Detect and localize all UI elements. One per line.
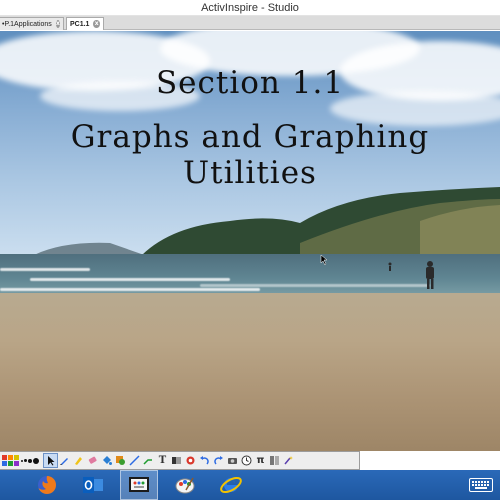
text-icon[interactable]: T xyxy=(156,454,169,467)
eraser-icon[interactable] xyxy=(86,454,99,467)
activinspire-taskbar-button[interactable] xyxy=(120,470,158,500)
main-toolbox: T π xyxy=(0,451,360,470)
document-tab-bar: •P.1Applications x PC1.1 x xyxy=(0,16,500,30)
color-swatch[interactable] xyxy=(14,455,19,460)
internet-explorer-icon xyxy=(220,477,242,493)
color-swatch[interactable] xyxy=(8,461,13,466)
clock-icon[interactable] xyxy=(240,454,253,467)
keyboard-taskbar-button[interactable] xyxy=(466,470,496,500)
firefox-icon xyxy=(38,476,56,494)
spotlight-icon[interactable] xyxy=(184,454,197,467)
magic-ink-icon[interactable] xyxy=(282,454,295,467)
tab-p1-applications[interactable]: •P.1Applications x xyxy=(0,17,64,30)
close-icon[interactable]: x xyxy=(55,20,60,28)
tab-pc1-1[interactable]: PC1.1 x xyxy=(66,17,104,30)
keyboard-icon xyxy=(469,478,493,492)
line-icon[interactable] xyxy=(128,454,141,467)
activinspire-icon xyxy=(129,477,149,492)
color-swatch[interactable] xyxy=(8,455,13,460)
pen-width-2[interactable] xyxy=(24,459,27,462)
fill-icon[interactable] xyxy=(100,454,113,467)
camera-icon[interactable] xyxy=(226,454,239,467)
pen-width-4[interactable] xyxy=(33,457,39,464)
pen-icon[interactable] xyxy=(58,454,71,467)
color-palette[interactable] xyxy=(2,455,20,466)
highlighter-icon[interactable] xyxy=(72,454,85,467)
outlook-taskbar-button[interactable] xyxy=(74,470,112,500)
undo-icon[interactable] xyxy=(198,454,211,467)
window-title: ActivInspire - Studio xyxy=(201,2,299,14)
outlook-icon xyxy=(83,477,103,493)
tab-label: •P.1Applications xyxy=(2,20,52,28)
color-swatch[interactable] xyxy=(2,461,7,466)
redo-icon[interactable] xyxy=(212,454,225,467)
flipchart-canvas[interactable]: Section 1.1 Graphs and Graphing Utilitie… xyxy=(0,31,500,451)
firefox-taskbar-button[interactable] xyxy=(28,470,66,500)
tab-label: PC1.1 xyxy=(70,20,90,28)
pen-width-selector[interactable] xyxy=(21,457,43,464)
revealer-icon[interactable] xyxy=(170,454,183,467)
shape-icon[interactable] xyxy=(114,454,127,467)
pen-width-1[interactable] xyxy=(21,459,23,462)
color-swatch[interactable] xyxy=(2,455,7,460)
taskbar xyxy=(0,470,500,500)
slide-subtitle[interactable]: Graphs and Graphing Utilities xyxy=(0,119,500,191)
connector-icon[interactable] xyxy=(142,454,155,467)
pen-width-3[interactable] xyxy=(28,458,32,463)
dual-user-icon[interactable] xyxy=(268,454,281,467)
mouse-cursor-icon xyxy=(320,254,328,266)
internet-explorer-taskbar-button[interactable] xyxy=(212,470,250,500)
select-icon[interactable] xyxy=(43,453,58,468)
paint-icon xyxy=(175,477,195,494)
title-bar: ActivInspire - Studio xyxy=(0,0,500,16)
slide-title[interactable]: Section 1.1 xyxy=(0,65,500,101)
color-swatch[interactable] xyxy=(14,461,19,466)
pi-icon[interactable]: π xyxy=(254,454,267,467)
start-button-edge[interactable] xyxy=(0,470,20,500)
close-icon[interactable]: x xyxy=(93,20,100,28)
paint-taskbar-button[interactable] xyxy=(166,470,204,500)
